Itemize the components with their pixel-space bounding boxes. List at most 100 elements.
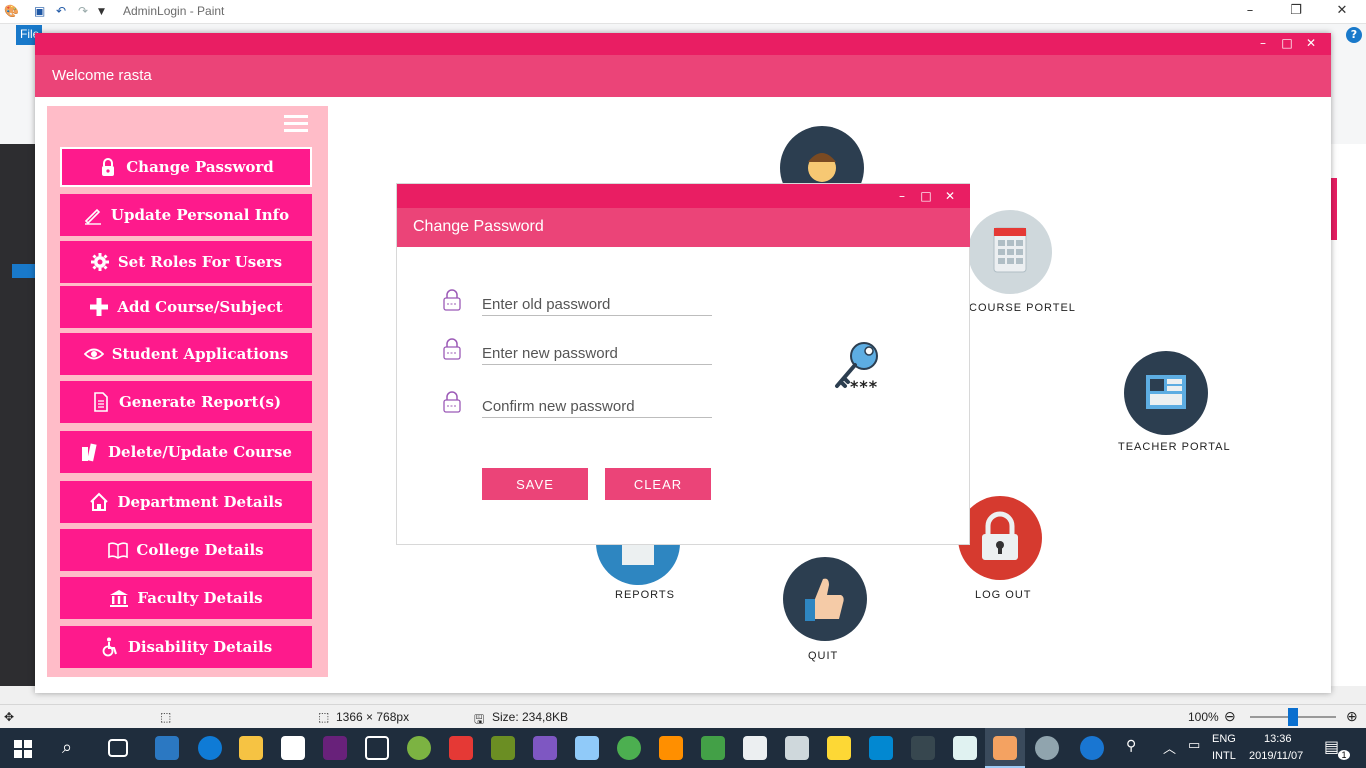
dashboard-panel-icon	[1146, 375, 1186, 409]
editor-app-icon[interactable]	[953, 736, 977, 760]
menu-update-personal-info[interactable]: Update Personal Info	[60, 194, 312, 236]
change-password-dialog: – □ ✕ Change Password Enter old password…	[396, 183, 970, 545]
course-portal-button[interactable]	[968, 210, 1052, 294]
task-view-icon[interactable]	[108, 739, 128, 757]
menu-department-details[interactable]: Department Details	[60, 481, 312, 523]
menu-change-password[interactable]: Change Password	[60, 147, 312, 187]
quit-button[interactable]	[783, 557, 867, 641]
help-app-icon[interactable]	[1080, 736, 1104, 760]
visual-studio-alt-icon[interactable]	[533, 736, 557, 760]
side-menu-panel: Change Password Update Personal Info Set…	[47, 106, 328, 677]
dropbox-icon[interactable]	[365, 736, 389, 760]
old-password-field[interactable]: Enter old password	[482, 290, 712, 316]
save-quick-icon[interactable]: ▣	[34, 4, 45, 18]
clear-button[interactable]: CLEAR	[605, 468, 711, 500]
home-icon	[90, 492, 109, 511]
dialog-topbar: – □ ✕	[397, 184, 970, 208]
paint-minimize-button[interactable]: –	[1234, 2, 1266, 22]
menu-disability-details[interactable]: Disability Details	[60, 626, 312, 668]
people-icon[interactable]: ⚲	[1126, 738, 1136, 754]
zoom-out-button[interactable]: ⊖	[1224, 708, 1236, 725]
amazon-icon[interactable]	[281, 736, 305, 760]
app-maximize-button[interactable]: □	[1279, 36, 1295, 50]
hamburger-menu-icon[interactable]	[284, 115, 308, 137]
password-field-icon	[443, 391, 461, 413]
undo-icon[interactable]: ↶	[56, 4, 66, 18]
paint-status-bar: ✥ ⬚ ⬚ 1366 × 768px 🖫 Size: 234,8KB 100% …	[0, 704, 1366, 728]
menu-college-details[interactable]: College Details	[60, 529, 312, 571]
store-icon[interactable]	[155, 736, 179, 760]
windows-taskbar: ⌕ ⚲ ︿ ▭ ENG INTL 13:36 2019/11/07 ▤ 1	[0, 728, 1366, 768]
clock-date[interactable]: 2019/11/07	[1249, 750, 1303, 762]
reports-label: REPORTS	[615, 589, 675, 601]
az-app-icon[interactable]	[785, 736, 809, 760]
dialog-maximize-button[interactable]: □	[918, 189, 934, 203]
chrome-icon[interactable]	[617, 736, 641, 760]
chart-app-icon[interactable]	[701, 736, 725, 760]
menu-label: Student Applications	[111, 345, 289, 363]
visual-studio-icon[interactable]	[323, 736, 347, 760]
ide-selection-highlight	[12, 264, 36, 278]
scissors-app-icon[interactable]	[449, 736, 473, 760]
welcome-text: Welcome rasta	[52, 67, 152, 84]
start-windows-icon[interactable]	[14, 740, 32, 758]
clock-time[interactable]: 13:36	[1264, 733, 1292, 745]
teacher-portal-button[interactable]	[1124, 351, 1208, 435]
language-indicator[interactable]: ENG	[1212, 733, 1236, 745]
tray-expand-icon[interactable]: ︿	[1163, 738, 1176, 757]
password-field-icon	[443, 289, 461, 311]
redo-icon[interactable]: ↷	[78, 4, 88, 18]
menu-set-roles[interactable]: Set Roles For Users	[60, 241, 312, 283]
selection-icon: ⬚	[160, 710, 172, 724]
paint-restore-button[interactable]: ❐	[1280, 2, 1312, 22]
image-dimensions: 1366 × 768px	[336, 710, 410, 724]
dialog-close-button[interactable]: ✕	[942, 189, 958, 203]
keyboard-layout[interactable]: INTL	[1212, 750, 1236, 762]
menu-generate-reports[interactable]: Generate Report(s)	[60, 381, 312, 423]
log-out-button[interactable]	[958, 496, 1042, 580]
vlc-icon[interactable]	[659, 736, 683, 760]
cube-app-icon[interactable]	[575, 736, 599, 760]
background-app-edge	[1331, 178, 1337, 240]
android-studio-icon[interactable]	[407, 736, 431, 760]
thumbs-up-icon	[805, 578, 844, 621]
bank-icon	[110, 590, 129, 607]
app-minimize-button[interactable]: –	[1255, 36, 1271, 50]
file-explorer-icon[interactable]	[239, 736, 263, 760]
database-app-icon[interactable]	[827, 736, 851, 760]
menu-label: Department Details	[117, 493, 283, 511]
tools-app-icon[interactable]	[491, 736, 515, 760]
edge-browser-icon[interactable]	[198, 736, 222, 760]
zoom-slider-thumb[interactable]	[1288, 708, 1298, 726]
app-close-button[interactable]: ✕	[1303, 36, 1319, 50]
padlock-icon	[982, 511, 1018, 560]
paint-help-icon[interactable]: ?	[1346, 27, 1362, 43]
menu-faculty-details[interactable]: Faculty Details	[60, 577, 312, 619]
search-icon[interactable]: ⌕	[62, 737, 72, 758]
menu-label: College Details	[136, 541, 264, 559]
paint-app-icon: 🎨	[4, 4, 19, 18]
confirm-password-field[interactable]: Confirm new password	[482, 392, 712, 418]
sql-server-icon[interactable]	[911, 736, 935, 760]
customize-toolbar-icon[interactable]: ▼	[98, 7, 105, 17]
zoom-level: 100%	[1188, 710, 1219, 724]
paint3d-icon[interactable]	[1035, 736, 1059, 760]
dimensions-icon: ⬚	[318, 710, 330, 724]
teacher-portal-label: TEACHER PORTAL	[1118, 441, 1231, 453]
menu-add-course[interactable]: Add Course/Subject	[60, 286, 312, 328]
dialog-minimize-button[interactable]: –	[894, 189, 910, 203]
git-app-icon[interactable]	[743, 736, 767, 760]
menu-student-applications[interactable]: Student Applications	[60, 333, 312, 375]
save-button[interactable]: SAVE	[482, 468, 588, 500]
menu-delete-update-course[interactable]: Delete/Update Course	[60, 431, 312, 473]
paint-vertical-scrollbar[interactable]	[1330, 144, 1366, 692]
new-password-field[interactable]: Enter new password	[482, 339, 712, 365]
instagram-app-icon[interactable]	[869, 736, 893, 760]
zoom-in-button[interactable]: ⊕	[1346, 708, 1358, 725]
paint-close-button[interactable]: ✕	[1326, 2, 1358, 22]
battery-icon[interactable]: ▭	[1188, 738, 1200, 753]
notifications-icon[interactable]: ▤	[1324, 737, 1339, 756]
menu-label: Delete/Update Course	[108, 443, 292, 461]
paint-window-title: AdminLogin - Paint	[123, 4, 225, 18]
open-book-icon	[108, 542, 129, 559]
